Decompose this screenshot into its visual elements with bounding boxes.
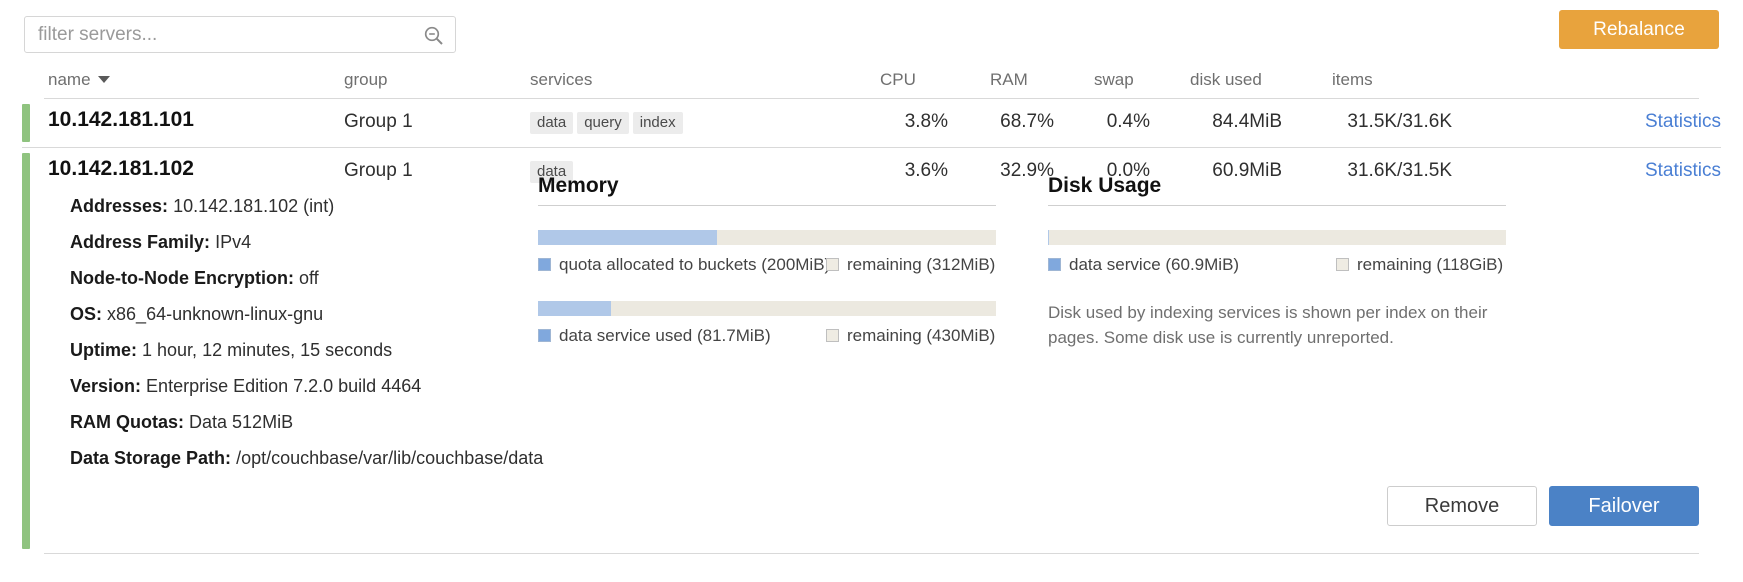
detail-data-storage-path-value: /opt/couchbase/var/lib/couchbase/data [236,448,544,468]
detail-address-family-label: Address Family: [70,232,211,252]
failover-button[interactable]: Failover [1549,486,1699,526]
detail-uptime-label: Uptime: [70,340,137,360]
remove-button[interactable]: Remove [1387,486,1537,526]
detail-encryption: Node-to-Node Encryption: off [70,268,319,289]
statistics-link[interactable]: Statistics [1645,111,1721,133]
legend-swatch-blue-icon [538,258,551,271]
detail-encryption-value: off [299,268,319,288]
column-header-ram[interactable]: RAM [990,70,1028,90]
node-actions: Remove Failover [1387,486,1699,526]
sort-caret-down-icon [97,76,110,84]
column-header-items[interactable]: items [1332,70,1373,90]
memory-quota-bar-fill [538,230,717,245]
disk-usage-panel-title: Disk Usage [1048,174,1506,206]
swap-value: 0.4% [1106,111,1150,132]
detail-addresses: Addresses: 10.142.181.102 (int) [70,196,334,217]
column-header-disk-used[interactable]: disk used [1190,70,1262,90]
column-header-name-label: name [48,70,91,89]
disk-usage-legend: data service (60.9MiB) remaining (118GiB… [1048,255,1506,277]
table-row[interactable]: 10.142.181.102 Group 1 data 3.6% 32.9% 0… [22,147,1721,554]
servers-page: Rebalance name group services CPU RAM sw… [0,0,1743,582]
disk-usage-panel: Disk Usage data service (60.9MiB) remain… [1048,174,1506,350]
legend-disk-remaining: remaining (118GiB) [1336,255,1503,275]
table-row[interactable]: 10.142.181.101 Group 1 data query index 3.… [22,99,1721,147]
detail-version: Version: Enterprise Edition 7.2.0 build … [70,376,421,397]
detail-address-family-value: IPv4 [215,232,252,252]
memory-data-service-bar [538,301,996,316]
detail-ram-quotas-value: Data 512MiB [189,412,294,432]
legend-quota-allocated-label: quota allocated to buckets (200MiB) [559,255,831,274]
items-value: 31.5K/31.6K [1347,111,1452,132]
toolbar: Rebalance [0,0,1743,62]
legend-swatch-blue-icon [1048,258,1061,271]
column-header-services[interactable]: services [530,70,592,90]
legend-data-service-used: data service used (81.7MiB) [538,326,771,346]
legend-swatch-grey-icon [826,329,839,342]
detail-os: OS: x86_64-unknown-linux-gnu [70,304,323,325]
rebalance-button[interactable]: Rebalance [1559,10,1719,49]
legend-swatch-blue-icon [538,329,551,342]
memory-panel-title: Memory [538,174,996,206]
detail-version-value: Enterprise Edition 7.2.0 build 4464 [146,376,422,396]
ram-value: 68.7% [1000,111,1054,132]
legend-swatch-grey-icon [1336,258,1349,271]
statistics-link[interactable]: Statistics [1645,160,1721,182]
table-header: name group services CPU RAM swap disk us… [22,62,1721,99]
disk-usage-note: Disk used by indexing services is shown … [1048,303,1488,347]
service-badge: index [632,112,683,134]
memory-quota-bar [538,230,996,245]
legend-disk-data-service: data service (60.9MiB) [1048,255,1239,275]
disk-used-value: 84.4MiB [1212,111,1282,132]
column-header-name[interactable]: name [48,70,110,90]
disk-usage-bar [1048,230,1506,245]
detail-addresses-value: 10.142.181.102 (int) [173,196,335,216]
detail-ram-quotas-label: RAM Quotas: [70,412,184,432]
detail-addresses-label: Addresses: [70,196,169,216]
detail-uptime: Uptime: 1 hour, 12 minutes, 15 seconds [70,340,392,361]
detail-os-label: OS: [70,304,103,324]
memory-data-service-bar-fill [538,301,612,316]
memory-quota-legend: quota allocated to buckets (200MiB) rema… [538,255,996,277]
detail-data-storage-path-label: Data Storage Path: [70,448,232,468]
legend-quota-remaining: remaining (312MiB) [826,255,995,275]
legend-swatch-grey-icon [826,258,839,271]
column-header-cpu[interactable]: CPU [880,70,916,90]
service-badge: query [577,112,629,134]
legend-data-service-remaining-label: remaining (430MiB) [847,326,996,345]
services-badges: data query index [530,112,687,134]
legend-data-service-used-label: data service used (81.7MiB) [559,326,771,345]
legend-disk-data-service-label: data service (60.9MiB) [1069,255,1240,274]
filter-servers-input[interactable] [25,17,455,52]
detail-uptime-value: 1 hour, 12 minutes, 15 seconds [142,340,393,360]
memory-data-service-legend: data service used (81.7MiB) remaining (4… [538,326,996,348]
row-divider [44,553,1699,554]
node-group: Group 1 [344,111,413,132]
detail-encryption-label: Node-to-Node Encryption: [70,268,294,288]
column-header-group[interactable]: group [344,70,387,90]
detail-version-label: Version: [70,376,142,396]
memory-panel: Memory quota allocated to buckets (200Mi… [538,174,996,348]
legend-data-service-remaining: remaining (430MiB) [826,326,995,346]
legend-quota-remaining-label: remaining (312MiB) [847,255,996,274]
node-group: Group 1 [344,160,413,181]
cpu-value: 3.8% [904,111,948,132]
legend-disk-remaining-label: remaining (118GiB) [1357,255,1504,274]
detail-os-value: x86_64-unknown-linux-gnu [107,304,324,324]
detail-address-family: Address Family: IPv4 [70,232,251,253]
node-name[interactable]: 10.142.181.101 [48,108,194,132]
node-detail-panel: Addresses: 10.142.181.102 (int) Address … [22,174,1721,554]
column-header-swap[interactable]: swap [1094,70,1134,90]
detail-ram-quotas: RAM Quotas: Data 512MiB [70,412,293,433]
service-badge: data [530,112,574,134]
row-summary[interactable]: 10.142.181.101 Group 1 data query index 3.… [22,99,1721,147]
node-name[interactable]: 10.142.181.102 [48,157,194,181]
filter-servers-box[interactable] [24,16,456,53]
legend-quota-allocated: quota allocated to buckets (200MiB) [538,255,830,275]
detail-data-storage-path: Data Storage Path: /opt/couchbase/var/li… [70,448,543,469]
